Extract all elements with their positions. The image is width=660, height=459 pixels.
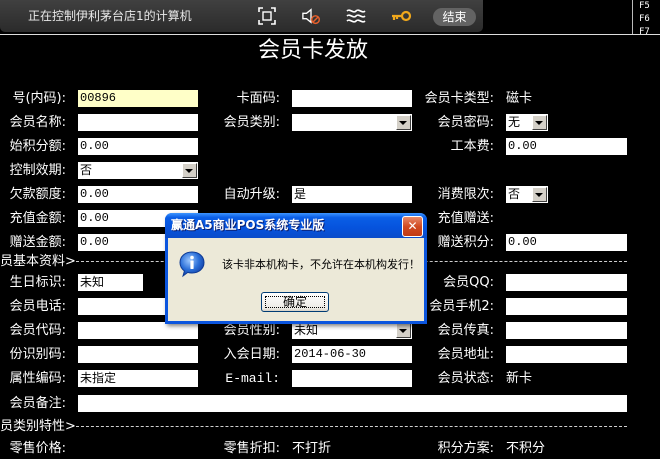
chevron-down-icon[interactable] (182, 163, 197, 178)
control-expiry-value: 否 (80, 163, 93, 177)
close-button[interactable]: ✕ (402, 216, 423, 237)
member-password-label: 会员密码: (437, 115, 494, 130)
email-label: E-mail: (225, 371, 280, 386)
category-traits-section-label: 员类别特性> (0, 419, 76, 434)
member-address-label: 会员地址: (437, 347, 494, 362)
member-qq-field[interactable] (506, 274, 627, 291)
bonus-amount-label: 赠送金额: (9, 235, 66, 250)
window-top-border (0, 34, 660, 35)
member-password-value: 无 (508, 115, 521, 129)
retail-price-label: 零售价格: (9, 441, 66, 456)
dialog-body: 该卡非本机构卡，不允许在本机构发行！ 确定 (168, 238, 424, 321)
points-scheme-value: 不积分 (506, 441, 546, 456)
page-title: 会员卡发放 (257, 38, 368, 63)
info-icon (179, 251, 205, 278)
initial-points-label: 始积分额: (9, 139, 66, 154)
dialog-title: 赢通A5商业POS系统专业版 (171, 218, 325, 232)
member-name-label: 会员名称: (9, 115, 66, 130)
fullscreen-icon[interactable] (258, 7, 276, 25)
remote-control-toolbar: 正在控制伊利茅台店1的计算机 结束 (0, 0, 483, 32)
control-expiry-label: 控制效期: (9, 163, 66, 178)
function-key-f6: F6 (639, 14, 650, 24)
remote-status-text: 正在控制伊利茅台店1的计算机 (28, 9, 192, 23)
basic-info-section-label: 员基本资料> (0, 254, 76, 269)
attribute-code-label: 属性编码: (9, 371, 66, 386)
member-address-field[interactable] (506, 346, 627, 363)
bonus-amount-value: 0.00 (80, 235, 109, 249)
ok-button[interactable]: 确定 (261, 292, 329, 312)
consume-limit-value: 否 (508, 187, 521, 201)
ok-button-label: 确定 (282, 295, 307, 309)
card-fee-label: 工本费: (450, 139, 494, 154)
card-type-label: 会员卡类型: (424, 91, 494, 106)
join-date-value: 2014-06-30 (294, 347, 367, 361)
retail-discount-value: 不打折 (292, 441, 332, 456)
face-code-label: 卡面码: (236, 91, 280, 106)
mute-speaker-icon[interactable] (300, 7, 322, 25)
bonus-points-field[interactable]: 0.00 (506, 234, 627, 251)
credit-limit-value: 0.00 (80, 187, 109, 201)
birthday-flag-value: 未知 (80, 275, 105, 289)
dialog-title-bar[interactable]: 赢通A5商业POS系统专业版 ✕ (165, 213, 427, 238)
waves-icon[interactable] (346, 7, 366, 25)
alert-dialog: 赢通A5商业POS系统专业版 ✕ 该卡非本机构卡，不允许在本机构发行！ 确定 (165, 213, 427, 324)
member-gender-label: 会员性别: (223, 323, 280, 338)
auto-upgrade-value: 是 (294, 187, 307, 201)
card-number-label: 号(内码): (12, 91, 66, 106)
bonus-points-value: 0.00 (508, 235, 537, 249)
initial-points-value: 0.00 (80, 139, 109, 153)
member-remark-label: 会员备注: (9, 396, 66, 411)
card-fee-value: 0.00 (508, 139, 537, 153)
chevron-down-icon[interactable] (532, 187, 547, 202)
initial-points-field[interactable]: 0.00 (78, 138, 198, 155)
member-gender-value: 未知 (294, 323, 319, 337)
member-fax-field[interactable] (506, 322, 627, 339)
panel-divider (632, 0, 633, 34)
card-number-value: 00896 (80, 91, 117, 105)
member-status-value: 新卡 (506, 371, 533, 386)
consume-limit-label: 消费限次: (437, 187, 494, 202)
attribute-code-value: 未指定 (80, 371, 117, 385)
card-type-value: 磁卡 (506, 91, 533, 106)
recharge-amount-value: 0.00 (80, 211, 109, 225)
birthday-flag-label: 生日标识: (9, 275, 66, 290)
member-phone-label: 会员电话: (9, 299, 66, 314)
member-code-label: 会员代码: (9, 323, 66, 338)
control-expiry-select[interactable]: 否 (78, 162, 198, 179)
member-remark-field[interactable] (78, 395, 627, 412)
member-password-select[interactable]: 无 (506, 114, 548, 131)
member-category-label: 会员类别: (223, 115, 280, 130)
function-key-f5: F5 (639, 1, 650, 11)
key-icon[interactable] (390, 7, 412, 25)
end-session-button[interactable]: 结束 (433, 8, 476, 26)
retail-discount-label: 零售折扣: (223, 441, 280, 456)
member-mobile2-field[interactable] (506, 298, 627, 315)
member-status-label: 会员状态: (437, 371, 494, 386)
chevron-down-icon[interactable] (532, 115, 547, 130)
points-scheme-label: 积分方案: (437, 441, 494, 456)
recharge-amount-label: 充值金额: (9, 211, 66, 226)
dialog-message: 该卡非本机构卡，不允许在本机构发行！ (222, 258, 420, 271)
join-date-label: 入会日期: (223, 347, 280, 362)
consume-limit-select[interactable]: 否 (506, 186, 548, 203)
close-icon[interactable]: ✕ (403, 217, 422, 236)
card-fee-field[interactable]: 0.00 (506, 138, 627, 155)
credit-limit-label: 欠款额度: (9, 187, 66, 202)
auto-upgrade-label: 自动升级: (223, 187, 280, 202)
section-divider (76, 426, 627, 427)
member-fax-label: 会员传真: (437, 323, 494, 338)
birthday-flag-field[interactable]: 未知 (78, 274, 143, 291)
id-code-label: 份识别码: (9, 347, 66, 362)
function-key-f7: F7 (639, 27, 650, 37)
